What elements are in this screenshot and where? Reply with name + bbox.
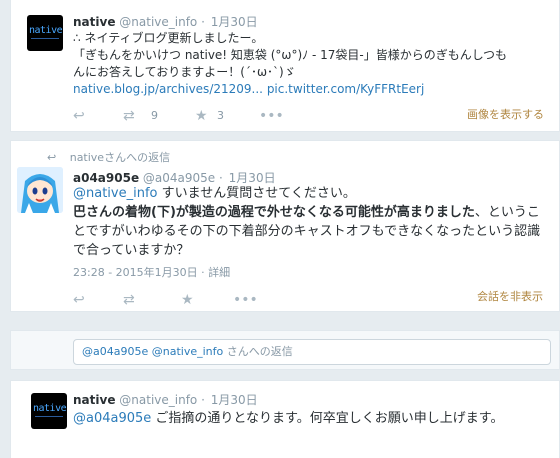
tweet-date[interactable]: 1月30日 [211,15,258,29]
tweet-text-line: 「ぎもんをかいけつ native! 知恵袋 (°ω°)ﾉ - 17袋目-」皆様か… [73,48,507,62]
user-name[interactable]: native [73,15,115,29]
reply-suffix: さんへの返信 [223,345,293,358]
tweet-card[interactable]: ↩ nativeさんへの返信 a04a905e @a04a905e · 1月30… [10,140,560,312]
tweet-card[interactable]: native native @native_info · 1月30日 @a04a… [10,380,560,458]
tweet-text-segment: 、というこ [474,205,540,220]
in-reply-to-label: nativeさんへの返信 [69,151,171,164]
tweet-date[interactable]: 1月30日 [211,393,258,407]
avatar-logo-text: native [33,403,67,414]
tweet-text: @a04a905e ご指摘の通りとなります。何卒宜しくお願い申し上げます。 [73,409,553,428]
user-name[interactable]: native [73,393,115,407]
avatar[interactable]: native [27,15,63,51]
favorite-icon[interactable]: ★ [195,107,208,125]
tweet-text-bold: 巴さんの着物(下)が製造の過程で外せなくなる可能性が高まりました [73,205,475,220]
tweet-text: @native_info すいません質問させてください。 巴さんの着物(下)が製… [73,184,553,260]
user-handle[interactable]: @native_info [119,15,197,29]
mention-link[interactable]: @native_info [73,186,158,201]
user-handle[interactable]: @native_info [119,393,197,407]
hide-conversation-link[interactable]: 会話を非表示 [477,288,543,304]
tweet-date[interactable]: 1月30日 [229,171,276,185]
details-link[interactable]: 詳細 [208,266,230,279]
reply-composer: @a04a905e @native_info さんへの返信 [10,330,560,370]
tweet-timestamp[interactable]: 23:28 - 2015年1月30日 [73,266,198,279]
avatar-illustration-icon [17,167,63,213]
tweet-actions: ↩ ⇄ ★ ••• [73,291,333,309]
in-reply-to[interactable]: ↩ nativeさんへの返信 [47,149,170,165]
reply-icon[interactable]: ↩ [73,107,85,125]
separator-dot: · [219,171,223,185]
separator-dot: · [201,393,205,407]
favorite-count: 3 [217,109,224,122]
avatar-logo-line [31,38,59,39]
user-handle[interactable]: @a04a905e [143,171,215,185]
tweet-text-line: とですがいわゆるその下の下着部分のキャストオフもできなくなったという認識 [73,224,541,239]
tweet-header: native @native_info · 1月30日 [73,13,258,30]
tweet-text-segment: ご指摘の通りとなります。何卒宜しくお願い申し上げます。 [151,411,504,426]
pic-link[interactable]: pic.twitter.com/KyFFRtEerj [267,82,425,96]
tweet-text-line: ∴ ネイティブログ更新しましたー。 [73,31,264,45]
avatar-logo-line [35,416,63,417]
favorite-icon[interactable]: ★ [181,291,194,309]
tweet-header: native @native_info · 1月30日 [73,391,258,408]
user-name[interactable]: a04a905e [73,171,139,185]
tweet-text-line: で合っていますか？ [73,243,190,258]
retweet-count: 9 [151,109,158,122]
blog-link[interactable]: native.blog.jp/archives/21209... [73,82,263,96]
retweet-icon[interactable]: ⇄ [123,107,135,125]
reply-mention: @native_info [151,345,224,358]
avatar-logo-text: native [29,25,63,36]
tweet-text-line: んにお答えしておりますよー！(´･ω･`)ゞ [73,65,296,79]
tweet-actions: ↩ ⇄ 9 ★ 3 ••• [73,107,333,125]
tweet-meta: 23:28 - 2015年1月30日 · 詳細 [73,264,230,280]
separator-dot: · [201,15,205,29]
retweet-icon[interactable]: ⇄ [123,291,135,309]
avatar[interactable] [17,167,63,213]
tweet-text-segment: すいません質問させてください。 [157,186,356,201]
more-icon[interactable]: ••• [233,291,258,309]
avatar[interactable]: native [31,393,67,429]
mention-link[interactable]: @a04a905e [73,411,151,426]
tweet-text: ∴ ネイティブログ更新しましたー。 「ぎもんをかいけつ native! 知恵袋 … [73,30,553,98]
show-image-link[interactable]: 画像を表示する [467,106,544,122]
reply-mention: @a04a905e [82,345,149,358]
reply-arrow-icon: ↩ [47,151,57,164]
separator-dot: · [201,266,205,279]
more-icon[interactable]: ••• [259,107,284,125]
reply-input[interactable]: @a04a905e @native_info さんへの返信 [73,339,551,365]
reply-icon[interactable]: ↩ [73,291,85,309]
tweet-card[interactable]: native native @native_info · 1月30日 ∴ ネイテ… [10,0,560,132]
